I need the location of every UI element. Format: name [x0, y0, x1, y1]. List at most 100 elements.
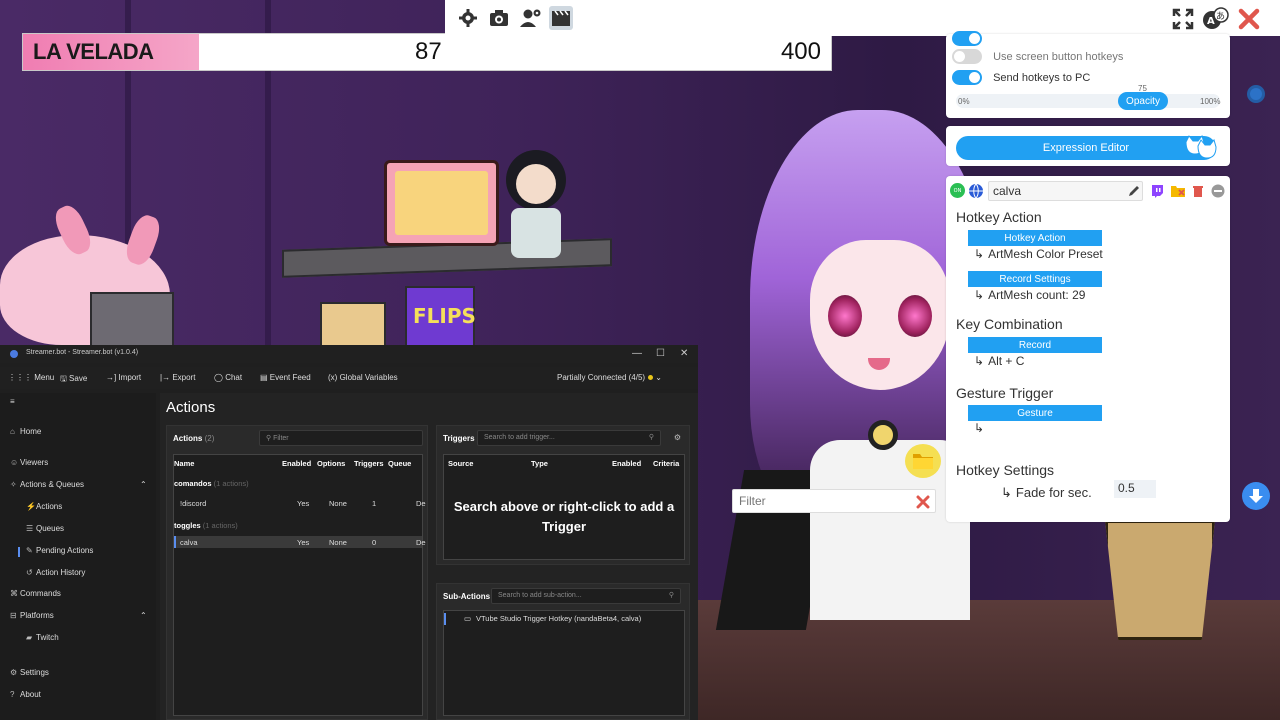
subaction-row[interactable]: ▭ VTube Studio Trigger Hotkey (nandaBeta…: [444, 613, 684, 625]
col-options[interactable]: Options: [317, 459, 345, 468]
col-criteria[interactable]: Criteria: [653, 459, 679, 468]
send-hotkeys-label: Send hotkeys to PC: [993, 71, 1091, 84]
col-name[interactable]: Name: [174, 459, 194, 468]
close-icon[interactable]: [1236, 6, 1262, 32]
status-dot: [648, 375, 654, 381]
record-settings-button[interactable]: Record Settings: [968, 271, 1102, 287]
action-row-options: None: [329, 538, 347, 547]
pencil-icon[interactable]: [1127, 183, 1141, 202]
import-button[interactable]: →] Import: [106, 373, 141, 382]
vtube-hotkey-settings-panel: Use screen button hotkeys Send hotkeys t…: [946, 31, 1230, 118]
side-handle[interactable]: [1247, 85, 1265, 103]
action-row-name[interactable]: !discord: [180, 499, 206, 508]
subaction-search[interactable]: Search to add sub-action... ⚲: [491, 588, 681, 604]
collapse-icon[interactable]: [1211, 183, 1225, 202]
collapse-chevron-icon[interactable]: ⌃: [140, 611, 147, 620]
twitch-icon[interactable]: [1150, 183, 1164, 202]
sidebar-item-viewers[interactable]: ☺ Viewers: [10, 458, 48, 467]
settings-icon: ⚙: [10, 668, 18, 677]
actions-filter[interactable]: ⚲ Filter: [259, 430, 423, 446]
window-close-icon[interactable]: ✕: [680, 348, 688, 359]
actions-icon: ⚡: [26, 502, 36, 511]
triggers-pane: Triggers Search to add trigger... ⚲ ⚙ So…: [436, 425, 690, 565]
flips-label: FLIPS: [413, 304, 476, 328]
collapse-chevron-icon[interactable]: ⌃: [140, 480, 147, 489]
actions-main: Actions Actions (2) ⚲ Filter Name Enable…: [160, 393, 698, 720]
clear-filter-icon[interactable]: [916, 494, 930, 513]
action-row-name[interactable]: calva: [180, 538, 198, 547]
chat-button[interactable]: ◯ Chat: [214, 373, 242, 382]
send-hotkeys-toggle[interactable]: [952, 70, 982, 85]
sidebar-item-commands[interactable]: ⌘ Commands: [10, 589, 61, 598]
pending-icon: ✎: [26, 546, 33, 555]
grey-box-decoration: [90, 292, 174, 350]
sidebar-item-queues[interactable]: ☰ Queues: [26, 524, 64, 533]
sidebar-item-pending-actions[interactable]: ✎ Pending Actions: [26, 546, 93, 555]
settings-icon[interactable]: ⚙: [674, 433, 681, 442]
gesture-button[interactable]: Gesture: [968, 405, 1102, 421]
hotkey-filter-input[interactable]: [733, 490, 903, 512]
triggers-title: Triggers: [443, 434, 475, 443]
global-variables-button[interactable]: (x) Global Variables: [328, 373, 398, 382]
folder-icon: [913, 454, 933, 469]
menu-button[interactable]: ⋮⋮⋮ Menu: [8, 373, 54, 382]
scoreboard-value-right: 400: [780, 38, 821, 65]
folder-button[interactable]: [905, 444, 941, 478]
sidebar-item-twitch[interactable]: ▰ Twitch: [26, 633, 59, 642]
expression-editor-panel: Expression Editor: [946, 126, 1230, 166]
group-comandos[interactable]: comandos (1 actions): [174, 479, 249, 488]
key-combination-title: Key Combination: [956, 316, 1063, 332]
scroll-down-button[interactable]: [1242, 482, 1270, 510]
trigger-search[interactable]: Search to add trigger... ⚲: [477, 430, 661, 446]
vtube-toolbar: Aあ: [445, 0, 1280, 36]
col-type[interactable]: Type: [531, 459, 548, 468]
sidebar-item-actions[interactable]: ⚡Actions: [26, 502, 62, 511]
fullscreen-icon[interactable]: [1170, 6, 1196, 32]
col-triggers[interactable]: Triggers: [354, 459, 384, 468]
camera-icon[interactable]: [487, 6, 511, 30]
partial-toggle[interactable]: [952, 31, 982, 46]
cat-faces-icon: [1184, 134, 1218, 164]
triggers-table[interactable]: Source Type Enabled Criteria Search abov…: [443, 454, 685, 560]
sidebar-item-actions-queues[interactable]: ✧ Actions & Queues: [10, 480, 84, 489]
sidebar-item-action-history[interactable]: ↺ Action History: [26, 568, 85, 577]
folder-remove-icon[interactable]: [1170, 183, 1186, 202]
opacity-slider-handle[interactable]: Opacity: [1118, 92, 1168, 110]
scoreboard: LA VELADA 87 400: [22, 33, 832, 71]
maximize-icon[interactable]: ☐: [656, 348, 665, 359]
group-toggles[interactable]: toggles (1 actions): [174, 521, 238, 530]
col-enabled[interactable]: Enabled: [612, 459, 641, 468]
col-enabled[interactable]: Enabled: [282, 459, 311, 468]
translate-icon[interactable]: Aあ: [1203, 6, 1229, 32]
clapperboard-icon[interactable]: [549, 6, 573, 30]
screen-button-hotkeys-toggle[interactable]: [952, 49, 982, 64]
hotkey-enabled-badge[interactable]: ON: [950, 183, 965, 198]
hotkey-name-field[interactable]: calva: [988, 181, 1143, 201]
gear-icon[interactable]: [456, 6, 480, 30]
sidebar-item-settings[interactable]: ⚙ Settings: [10, 668, 49, 677]
col-queue[interactable]: Queue: [388, 459, 411, 468]
connection-status[interactable]: Partially Connected (4/5) ⌄: [557, 373, 662, 382]
export-button[interactable]: |→ Export: [160, 373, 195, 382]
actions-pane: Actions (2) ⚲ Filter Name Enabled Option…: [166, 425, 428, 720]
col-source[interactable]: Source: [448, 459, 473, 468]
sidebar-item-home[interactable]: ⌂ Home: [10, 427, 41, 436]
hamburger-icon[interactable]: ≡: [10, 397, 15, 406]
expression-editor-label: Expression Editor: [1042, 142, 1130, 154]
action-row-queue: De: [416, 499, 426, 508]
action-row-triggers: 0: [372, 538, 377, 547]
trash-icon[interactable]: [1192, 183, 1204, 202]
record-button[interactable]: Record: [968, 337, 1102, 353]
event-feed-button[interactable]: ▤ Event Feed: [260, 373, 311, 382]
expression-editor-button[interactable]: Expression Editor: [956, 136, 1216, 160]
opacity-slider[interactable]: [956, 94, 1220, 108]
sidebar-item-platforms[interactable]: ⊟ Platforms: [10, 611, 54, 620]
svg-text:あ: あ: [1216, 11, 1225, 22]
save-button[interactable]: 🖫 Save: [60, 373, 87, 387]
user-gear-icon[interactable]: [519, 6, 543, 30]
fade-input[interactable]: 0.5: [1114, 480, 1156, 498]
sidebar-item-about[interactable]: ? About: [10, 690, 41, 699]
hotkey-action-button[interactable]: Hotkey Action: [968, 230, 1102, 246]
minimize-icon[interactable]: —: [632, 348, 642, 359]
globe-icon[interactable]: [968, 183, 984, 203]
